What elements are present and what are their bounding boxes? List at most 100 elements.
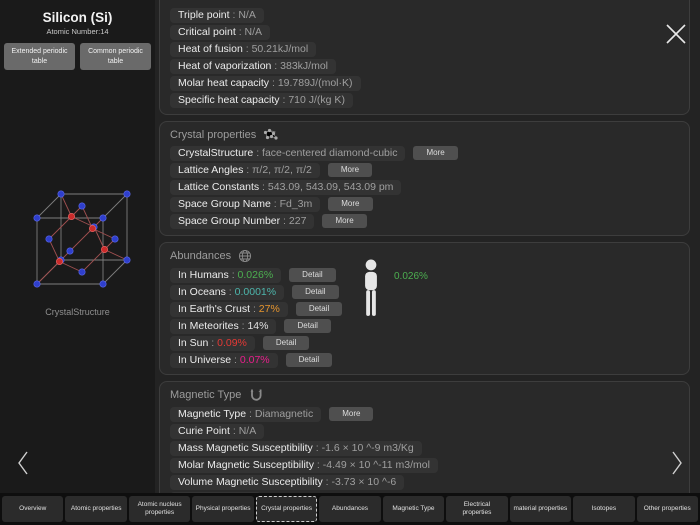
property-value: Diamagnetic xyxy=(254,407,314,420)
property-label: In Humans xyxy=(178,269,238,281)
property-label: Magnetic Type xyxy=(178,408,255,420)
detail-button[interactable]: Detail xyxy=(285,353,333,367)
property-label: Curie Point xyxy=(178,425,239,437)
section-title: Abundances xyxy=(170,250,232,262)
row-in-meteorites: In Meteorites14% Detail xyxy=(170,318,679,334)
property-label: Mass Magnetic Susceptibility xyxy=(178,442,322,454)
property-value: -1.6 × 10 ^-9 m3/Kg xyxy=(321,441,414,454)
tab-overview[interactable]: Overview xyxy=(2,496,64,522)
property-value: 50.21kJ/mol xyxy=(251,42,309,55)
property-value: 543.09, 543.09, 543.09 pm xyxy=(267,180,394,193)
human-abundance-figure: 0.026% xyxy=(358,259,428,317)
more-button[interactable]: More xyxy=(322,214,367,228)
property-label: Heat of vaporization xyxy=(178,60,280,72)
property-value: 14% xyxy=(247,319,269,332)
property-label: In Sun xyxy=(178,337,217,349)
property-value: face-centered diamond-cubic xyxy=(262,146,398,159)
property-label: CrystalStructure xyxy=(178,147,262,159)
common-periodic-table-button[interactable]: Common periodic table xyxy=(80,43,151,70)
tab-other-properties[interactable]: Other properties xyxy=(636,496,698,522)
crystal-structure-figure xyxy=(0,182,155,299)
property-value: 0.0001% xyxy=(234,285,277,298)
tab-physical-properties[interactable]: Physical properties xyxy=(192,496,254,522)
crystal-properties-section: Crystal properties CrystalStructureface-… xyxy=(159,121,690,236)
property-value: -3.73 × 10 ^-6 xyxy=(331,475,397,488)
detail-button[interactable]: Detail xyxy=(262,336,310,350)
chevron-left-icon xyxy=(18,451,28,475)
human-abundance-value: 0.026% xyxy=(394,271,428,282)
property-value: Fd_3m xyxy=(279,197,313,210)
section-header: Crystal properties xyxy=(170,125,679,144)
close-button[interactable] xyxy=(664,22,688,49)
tab-isotopes[interactable]: Isotopes xyxy=(573,496,635,522)
property-value: 27% xyxy=(258,302,280,315)
property-label: Lattice Angles xyxy=(178,164,252,176)
tab-atomic-properties[interactable]: Atomic properties xyxy=(65,496,127,522)
property-label: Molar Magnetic Susceptibility xyxy=(178,459,323,471)
row-lattice-angles: Lattice Anglesπ/2, π/2, π/2 More xyxy=(170,162,679,178)
row-heat-of-vaporization: Heat of vaporization383kJ/mol xyxy=(170,58,679,74)
row-magnetic-type: Magnetic TypeDiamagnetic More xyxy=(170,406,679,422)
row-triple-point: Triple pointN/A xyxy=(170,7,679,23)
row-crystal-structure: CrystalStructureface-centered diamond-cu… xyxy=(170,145,679,161)
more-button[interactable]: More xyxy=(327,163,373,177)
property-value: π/2, π/2, π/2 xyxy=(252,163,312,176)
detail-button[interactable]: Detail xyxy=(295,302,343,316)
row-critical-point: Critical pointN/A xyxy=(170,24,679,40)
property-label: Space Group Name xyxy=(178,198,280,210)
section-title: Crystal properties xyxy=(170,128,257,141)
tab-abundances[interactable]: Abundances xyxy=(319,496,381,522)
tab-electrical-properties[interactable]: Electrical properties xyxy=(446,496,508,522)
row-volume-magnetic-susceptibility: Volume Magnetic Susceptibility-3.73 × 10… xyxy=(170,474,679,490)
property-value: N/A xyxy=(238,424,257,437)
tab-crystal-properties[interactable]: Crystal properties xyxy=(255,496,318,522)
atomic-number-label: Atomic Number:14 xyxy=(46,27,109,36)
row-molar-heat-capacity: Molar heat capacity19.789J/(mol·K) xyxy=(170,75,679,91)
row-heat-of-fusion: Heat of fusion50.21kJ/mol xyxy=(170,41,679,57)
row-molar-magnetic-susceptibility: Molar Magnetic Susceptibility-4.49 × 10 … xyxy=(170,457,679,473)
row-curie-point: Curie PointN/A xyxy=(170,423,679,439)
property-label: Space Group Number xyxy=(178,215,289,227)
property-value: N/A xyxy=(244,25,263,38)
property-value: N/A xyxy=(238,8,256,21)
extended-periodic-table-button[interactable]: Extended periodic table xyxy=(4,43,75,70)
property-value: 0.09% xyxy=(217,336,247,349)
detail-button[interactable]: Detail xyxy=(289,268,336,282)
next-button[interactable] xyxy=(670,450,684,479)
row-in-sun: In Sun0.09% Detail xyxy=(170,335,679,351)
section-title: Magnetic Type xyxy=(170,389,242,401)
element-title: Silicon (Si) xyxy=(42,10,113,25)
more-button[interactable]: More xyxy=(328,197,373,211)
tab-atomic-nucleus-properties[interactable]: Atomic nucleus properties xyxy=(128,496,191,522)
property-value: -4.49 × 10 ^-11 m3/mol xyxy=(322,458,430,471)
more-button[interactable]: More xyxy=(413,146,458,160)
globe-icon xyxy=(239,249,252,263)
detail-button[interactable]: Detail xyxy=(284,319,331,333)
property-label: Specific heat capacity xyxy=(178,94,288,106)
person-icon xyxy=(365,259,377,316)
row-specific-heat-capacity: Specific heat capacity710 J/(kg K) xyxy=(170,92,679,108)
property-label: Molar heat capacity xyxy=(178,77,278,89)
more-button[interactable]: More xyxy=(329,407,374,421)
property-label: In Oceans xyxy=(178,286,235,298)
property-label: In Meteorites xyxy=(178,320,247,332)
magnet-icon xyxy=(251,389,262,401)
chevron-right-icon xyxy=(672,451,682,475)
sidebar: Silicon (Si) Atomic Number:14 Extended p… xyxy=(0,0,155,493)
tab-material-properties[interactable]: material properties xyxy=(509,496,572,522)
tab-magnetic-type[interactable]: Magnetic Type xyxy=(382,496,445,522)
close-icon xyxy=(666,24,686,44)
row-in-universe: In Universe0.07% Detail xyxy=(170,352,679,368)
property-label: Volume Magnetic Susceptibility xyxy=(178,476,332,488)
periodic-table-buttons: Extended periodic table Common periodic … xyxy=(0,43,155,70)
prev-button[interactable] xyxy=(16,450,30,479)
abundances-section: Abundances In Humans 0.026% Detail In Oce… xyxy=(159,242,690,375)
property-value: 710 J/(kg K) xyxy=(288,93,345,106)
property-label: Heat of fusion xyxy=(178,43,252,55)
detail-button[interactable]: Detail xyxy=(292,285,339,299)
row-mass-magnetic-susceptibility: Mass Magnetic Susceptibility-1.6 × 10 ^-… xyxy=(170,440,679,456)
row-space-group-number: Space Group Number227 More xyxy=(170,213,679,229)
crystal-lattice-icon xyxy=(264,128,278,140)
property-value: 19.789J/(mol·K) xyxy=(277,76,353,89)
main-content: Triple pointN/A Critical pointN/A Heat o… xyxy=(155,0,700,493)
